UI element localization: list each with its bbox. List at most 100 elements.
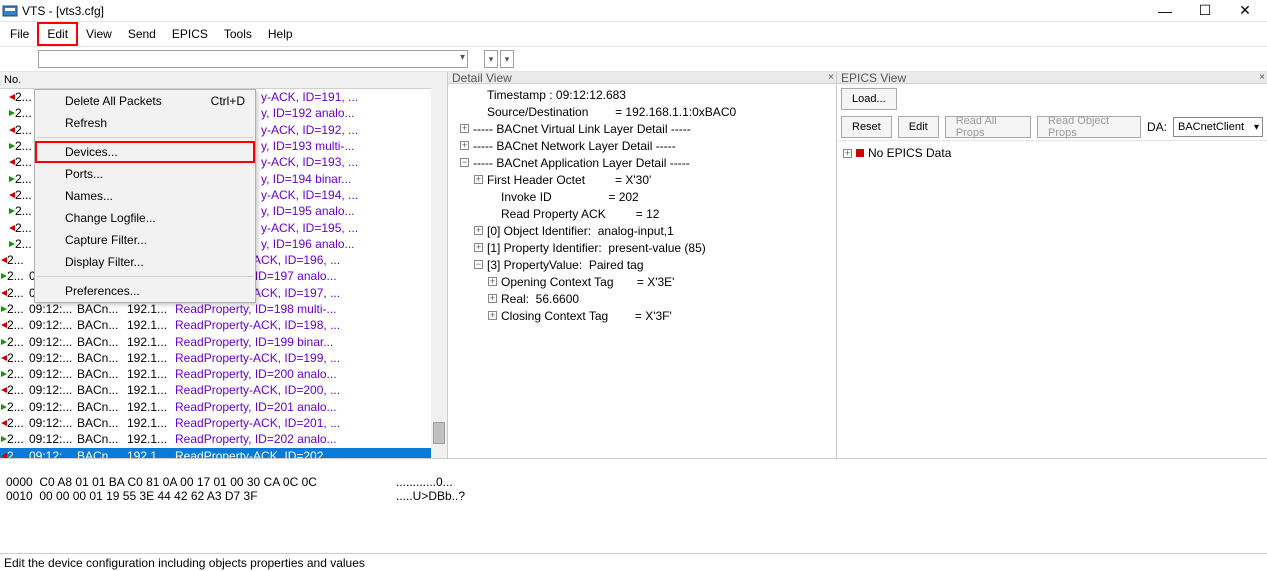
packet-cell: 09:12:...: [29, 416, 77, 430]
packet-cell: 192.1...: [127, 318, 175, 332]
packet-desc: y, ID=195 analo...: [261, 204, 355, 218]
detail-text: [1] Property Identifier: present-value (…: [487, 241, 706, 255]
toolbar-drop-2[interactable]: ▾: [500, 50, 514, 68]
menu-tools[interactable]: Tools: [216, 22, 260, 46]
epics-title-label: EPICS View: [841, 71, 906, 85]
packet-row[interactable]: 2...09:12:...BACn...192.1...ReadProperty…: [0, 350, 447, 366]
epics-panel: EPICS View × Load... Reset Edit Read All…: [837, 72, 1267, 458]
packet-cell: 192.1...: [127, 367, 175, 381]
packet-list-scrollbar[interactable]: [431, 72, 447, 458]
hex-addr-1: 0010: [6, 489, 33, 503]
menu-epics[interactable]: EPICS: [164, 22, 216, 46]
packet-list-header[interactable]: No.: [0, 72, 447, 89]
detail-body[interactable]: Timestamp : 09:12:12.683Source/Destinati…: [448, 84, 836, 458]
menuitem-ports[interactable]: Ports...: [35, 163, 255, 185]
expand-icon[interactable]: +: [488, 311, 497, 320]
detail-line[interactable]: +[0] Object Identifier: analog-input,1: [454, 222, 830, 239]
packet-row[interactable]: 2...09:12:...BACn...192.1...ReadProperty…: [0, 415, 447, 431]
epics-panel-title: EPICS View ×: [837, 72, 1267, 84]
packet-row[interactable]: 2...09:12:...BACn...192.1...ReadProperty…: [0, 301, 447, 317]
expand-icon[interactable]: +: [474, 175, 483, 184]
minimize-button[interactable]: —: [1145, 0, 1185, 22]
detail-line[interactable]: Invoke ID = 202: [454, 188, 830, 205]
packet-desc: y, ID=194 binar...: [261, 172, 351, 186]
detail-line[interactable]: + [1] Property Identifier: present-value …: [454, 239, 830, 256]
expand-icon[interactable]: +: [488, 294, 497, 303]
detail-line[interactable]: +----- BACnet Network Layer Detail -----: [454, 137, 830, 154]
detail-panel-title: Detail View ×: [448, 72, 836, 84]
detail-line[interactable]: +First Header Octet = X'30': [454, 171, 830, 188]
packet-row[interactable]: 2...09:12:...BACn...192.1...ReadProperty…: [0, 366, 447, 382]
menu-file[interactable]: File: [2, 22, 37, 46]
detail-line[interactable]: +----- BACnet Virtual Link Layer Detail …: [454, 120, 830, 137]
packet-desc: ReadProperty-ACK, ID=201, ...: [175, 416, 340, 430]
packet-cell: 2...: [7, 400, 29, 414]
detail-line[interactable]: Read Property ACK = 12: [454, 205, 830, 222]
packet-list-body[interactable]: Delete All Packets Ctrl+D Refresh Device…: [0, 89, 447, 458]
menuitem-preferences[interactable]: Preferences...: [35, 280, 255, 302]
menu-help[interactable]: Help: [260, 22, 301, 46]
packet-row[interactable]: 2...09:12:...BACn...192.1...ReadProperty…: [0, 382, 447, 398]
read-object-props-button[interactable]: Read Object Props: [1037, 116, 1141, 138]
scrollbar-thumb[interactable]: [433, 422, 445, 444]
packet-row[interactable]: 2...09:12:...BACn...192.1...ReadProperty…: [0, 399, 447, 415]
detail-line[interactable]: +Closing Context Tag = X'3F': [454, 307, 830, 324]
collapse-icon[interactable]: −: [474, 260, 483, 269]
menuitem-devices[interactable]: Devices...: [35, 141, 255, 163]
edit-button[interactable]: Edit: [898, 116, 939, 138]
close-button[interactable]: ✕: [1225, 0, 1265, 22]
menuitem-display-filter[interactable]: Display Filter...: [35, 251, 255, 273]
menuitem-refresh[interactable]: Refresh: [35, 112, 255, 134]
packet-row[interactable]: 2...09:12:...BACn...192.1...ReadProperty…: [0, 333, 447, 349]
detail-line[interactable]: −[3] PropertyValue: Paired tag: [454, 256, 830, 273]
detail-text: Timestamp : 09:12:12.683: [487, 88, 626, 102]
collapse-icon[interactable]: −: [460, 158, 469, 167]
packet-cell: 09:12:...: [29, 302, 77, 316]
expand-icon[interactable]: +: [474, 226, 483, 235]
packet-desc: y, ID=192 analo...: [261, 106, 355, 120]
epics-close-icon[interactable]: ×: [1259, 72, 1265, 83]
detail-line[interactable]: −----- BACnet Application Layer Detail -…: [454, 154, 830, 171]
expand-icon[interactable]: +: [843, 149, 852, 158]
epics-tree[interactable]: + No EPICS Data: [837, 140, 1267, 458]
hex-view[interactable]: 0000 C0 A8 01 01 BA C0 81 0A 00 17 01 00…: [0, 458, 1267, 548]
menuitem-names[interactable]: Names...: [35, 185, 255, 207]
packet-desc: y-ACK, ID=192, ...: [261, 123, 358, 137]
reset-button[interactable]: Reset: [841, 116, 892, 138]
da-select[interactable]: BACnetClient: [1173, 117, 1263, 137]
packet-row[interactable]: 2...09:12:...BACn...192.1...ReadProperty…: [0, 317, 447, 333]
detail-line[interactable]: +Opening Context Tag = X'3E': [454, 273, 830, 290]
expand-icon[interactable]: +: [488, 277, 497, 286]
menu-edit[interactable]: Edit: [37, 22, 78, 46]
load-button[interactable]: Load...: [841, 88, 897, 110]
status-bar: Edit the device configuration including …: [0, 553, 1267, 571]
expand-icon[interactable]: +: [474, 243, 483, 252]
detail-close-icon[interactable]: ×: [828, 72, 834, 83]
epics-node-label: No EPICS Data: [868, 146, 951, 160]
packet-cell: 192.1...: [127, 400, 175, 414]
menu-view[interactable]: View: [78, 22, 120, 46]
menuitem-delete-all[interactable]: Delete All Packets Ctrl+D: [35, 90, 255, 112]
maximize-button[interactable]: ☐: [1185, 0, 1225, 22]
detail-line[interactable]: Source/Destination = 192.168.1.1:0xBAC0: [454, 103, 830, 120]
packet-row[interactable]: 2...09:12:...BACn...192.1...ReadProperty…: [0, 431, 447, 447]
detail-line[interactable]: Timestamp : 09:12:12.683: [454, 86, 830, 103]
menu-send[interactable]: Send: [120, 22, 164, 46]
window-title: VTS - [vts3.cfg]: [22, 4, 104, 18]
toolbar-drop-1[interactable]: ▾: [484, 50, 498, 68]
packet-row[interactable]: 2...09:12:...BACn...192.1...ReadProperty…: [0, 448, 447, 458]
detail-line[interactable]: +Real: 56.6600: [454, 290, 830, 307]
expand-icon[interactable]: +: [460, 141, 469, 150]
status-text: Edit the device configuration including …: [4, 556, 365, 570]
expand-icon[interactable]: +: [460, 124, 469, 133]
packet-cell: BACn...: [77, 383, 127, 397]
filter-combo[interactable]: [38, 50, 468, 68]
da-label: DA:: [1147, 120, 1167, 134]
detail-text: Read Property ACK = 12: [501, 207, 659, 221]
packet-list-panel: No. Delete All Packets Ctrl+D Refresh De…: [0, 72, 448, 458]
menuitem-capture-filter[interactable]: Capture Filter...: [35, 229, 255, 251]
menuitem-change-logfile[interactable]: Change Logfile...: [35, 207, 255, 229]
packet-desc: ReadProperty, ID=199 binar...: [175, 335, 333, 349]
epics-node[interactable]: + No EPICS Data: [843, 145, 1261, 161]
read-all-props-button[interactable]: Read All Props: [945, 116, 1031, 138]
